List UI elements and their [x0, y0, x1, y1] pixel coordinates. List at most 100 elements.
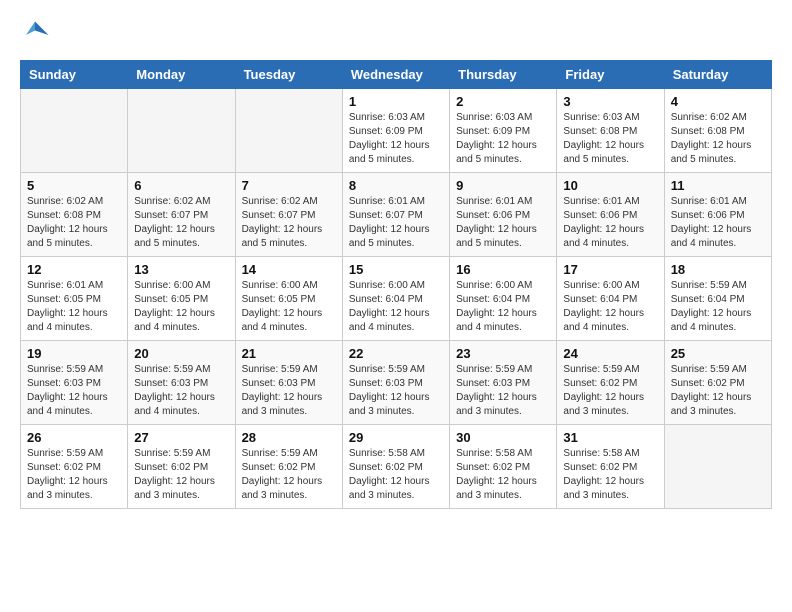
calendar-cell: 21 Sunrise: 5:59 AMSunset: 6:03 PMDayligh… [235, 341, 342, 425]
day-number: 12 [27, 262, 121, 277]
day-number: 13 [134, 262, 228, 277]
calendar-cell: 23 Sunrise: 5:59 AMSunset: 6:03 PMDayligh… [450, 341, 557, 425]
day-number: 18 [671, 262, 765, 277]
day-info: Sunrise: 6:01 AMSunset: 6:06 PMDaylight:… [456, 195, 550, 251]
calendar-week-2: 5Sunrise: 6:02 AMSunset: 6:08 PMDaylight… [21, 173, 772, 257]
weekday-header-friday: Friday [557, 61, 664, 89]
calendar-cell: 16 Sunrise: 6:00 AMSunset: 6:04 PMDayligh… [450, 257, 557, 341]
day-info: Sunrise: 5:59 AMSunset: 6:02 PMDaylight:… [242, 447, 336, 503]
day-info: Sunrise: 5:59 AMSunset: 6:02 PMDaylight:… [563, 363, 657, 419]
day-number: 15 [349, 262, 443, 277]
weekday-header-thursday: Thursday [450, 61, 557, 89]
calendar-cell: 24 Sunrise: 5:59 AMSunset: 6:02 PMDayligh… [557, 341, 664, 425]
day-number: 30 [456, 430, 550, 445]
calendar: SundayMondayTuesdayWednesdayThursdayFrid… [20, 60, 772, 509]
calendar-cell: 31Sunrise: 5:58 AMSunset: 6:02 PMDayligh… [557, 425, 664, 509]
calendar-cell: 25Sunrise: 5:59 AMSunset: 6:02 PMDayligh… [664, 341, 771, 425]
day-info: Sunrise: 5:59 AMSunset: 6:02 PMDaylight:… [671, 363, 765, 419]
calendar-cell [128, 89, 235, 173]
calendar-cell: 15 Sunrise: 6:00 AMSunset: 6:04 PMDayligh… [342, 257, 449, 341]
day-info: Sunrise: 6:01 AMSunset: 6:05 PMDaylight:… [27, 279, 121, 335]
weekday-header-saturday: Saturday [664, 61, 771, 89]
day-number: 7 [242, 178, 336, 193]
calendar-week-4: 19 Sunrise: 5:59 AMSunset: 6:03 PMDayligh… [21, 341, 772, 425]
calendar-cell: 1 Sunrise: 6:03 AMSunset: 6:09 PMDaylight… [342, 89, 449, 173]
weekday-header-row: SundayMondayTuesdayWednesdayThursdayFrid… [21, 61, 772, 89]
calendar-cell: 5Sunrise: 6:02 AMSunset: 6:08 PMDaylight… [21, 173, 128, 257]
day-info: Sunrise: 6:03 AMSunset: 6:09 PMDaylight:… [456, 111, 550, 167]
day-number: 10 [563, 178, 657, 193]
logo-icon [20, 20, 50, 50]
day-info: Sunrise: 6:00 AMSunset: 6:04 PMDaylight:… [456, 279, 550, 335]
calendar-cell: 2 Sunrise: 6:03 AMSunset: 6:09 PMDaylight… [450, 89, 557, 173]
day-number: 29 [349, 430, 443, 445]
day-number: 16 [456, 262, 550, 277]
calendar-cell: 12 Sunrise: 6:01 AMSunset: 6:05 PMDayligh… [21, 257, 128, 341]
day-info: Sunrise: 5:59 AMSunset: 6:02 PMDaylight:… [134, 447, 228, 503]
page: SundayMondayTuesdayWednesdayThursdayFrid… [0, 0, 792, 519]
day-info: Sunrise: 6:01 AMSunset: 6:06 PMDaylight:… [563, 195, 657, 251]
logo [20, 20, 54, 50]
day-number: 5 [27, 178, 121, 193]
day-info: Sunrise: 5:59 AMSunset: 6:03 PMDaylight:… [456, 363, 550, 419]
calendar-cell: 30 Sunrise: 5:58 AMSunset: 6:02 PMDayligh… [450, 425, 557, 509]
day-info: Sunrise: 6:02 AMSunset: 6:08 PMDaylight:… [671, 111, 765, 167]
day-number: 9 [456, 178, 550, 193]
calendar-cell: 17Sunrise: 6:00 AMSunset: 6:04 PMDayligh… [557, 257, 664, 341]
day-info: Sunrise: 6:00 AMSunset: 6:05 PMDaylight:… [242, 279, 336, 335]
day-number: 1 [349, 94, 443, 109]
day-number: 20 [134, 346, 228, 361]
day-number: 24 [563, 346, 657, 361]
calendar-cell: 20 Sunrise: 5:59 AMSunset: 6:03 PMDayligh… [128, 341, 235, 425]
day-info: Sunrise: 5:58 AMSunset: 6:02 PMDaylight:… [349, 447, 443, 503]
day-number: 31 [563, 430, 657, 445]
day-info: Sunrise: 5:59 AMSunset: 6:03 PMDaylight:… [27, 363, 121, 419]
day-info: Sunrise: 5:58 AMSunset: 6:02 PMDaylight:… [456, 447, 550, 503]
day-number: 26 [27, 430, 121, 445]
day-info: Sunrise: 6:01 AMSunset: 6:07 PMDaylight:… [349, 195, 443, 251]
day-info: Sunrise: 5:59 AMSunset: 6:03 PMDaylight:… [134, 363, 228, 419]
day-info: Sunrise: 6:01 AMSunset: 6:06 PMDaylight:… [671, 195, 765, 251]
weekday-header-tuesday: Tuesday [235, 61, 342, 89]
day-info: Sunrise: 6:00 AMSunset: 6:05 PMDaylight:… [134, 279, 228, 335]
calendar-cell: 18 Sunrise: 5:59 AMSunset: 6:04 PMDayligh… [664, 257, 771, 341]
calendar-cell: 19 Sunrise: 5:59 AMSunset: 6:03 PMDayligh… [21, 341, 128, 425]
calendar-cell: 26Sunrise: 5:59 AMSunset: 6:02 PMDayligh… [21, 425, 128, 509]
day-info: Sunrise: 6:00 AMSunset: 6:04 PMDaylight:… [349, 279, 443, 335]
calendar-cell [235, 89, 342, 173]
calendar-cell: 3 Sunrise: 6:03 AMSunset: 6:08 PMDaylight… [557, 89, 664, 173]
calendar-week-3: 12 Sunrise: 6:01 AMSunset: 6:05 PMDayligh… [21, 257, 772, 341]
day-number: 8 [349, 178, 443, 193]
calendar-cell: 22 Sunrise: 5:59 AMSunset: 6:03 PMDayligh… [342, 341, 449, 425]
weekday-header-wednesday: Wednesday [342, 61, 449, 89]
calendar-cell: 29 Sunrise: 5:58 AMSunset: 6:02 PMDayligh… [342, 425, 449, 509]
header [20, 20, 772, 50]
calendar-cell: 11Sunrise: 6:01 AMSunset: 6:06 PMDayligh… [664, 173, 771, 257]
calendar-cell: 7Sunrise: 6:02 AMSunset: 6:07 PMDaylight… [235, 173, 342, 257]
day-number: 14 [242, 262, 336, 277]
day-info: Sunrise: 5:59 AMSunset: 6:04 PMDaylight:… [671, 279, 765, 335]
day-number: 21 [242, 346, 336, 361]
calendar-cell: 8 Sunrise: 6:01 AMSunset: 6:07 PMDaylight… [342, 173, 449, 257]
calendar-cell: 10 Sunrise: 6:01 AMSunset: 6:06 PMDayligh… [557, 173, 664, 257]
day-info: Sunrise: 6:03 AMSunset: 6:09 PMDaylight:… [349, 111, 443, 167]
day-number: 19 [27, 346, 121, 361]
day-info: Sunrise: 6:00 AMSunset: 6:04 PMDaylight:… [563, 279, 657, 335]
calendar-cell: 9 Sunrise: 6:01 AMSunset: 6:06 PMDaylight… [450, 173, 557, 257]
day-number: 22 [349, 346, 443, 361]
day-info: Sunrise: 5:59 AMSunset: 6:03 PMDaylight:… [242, 363, 336, 419]
weekday-header-sunday: Sunday [21, 61, 128, 89]
weekday-header-monday: Monday [128, 61, 235, 89]
day-number: 6 [134, 178, 228, 193]
day-number: 27 [134, 430, 228, 445]
calendar-cell: 6 Sunrise: 6:02 AMSunset: 6:07 PMDaylight… [128, 173, 235, 257]
day-info: Sunrise: 5:59 AMSunset: 6:03 PMDaylight:… [349, 363, 443, 419]
day-info: Sunrise: 6:03 AMSunset: 6:08 PMDaylight:… [563, 111, 657, 167]
calendar-cell: 4Sunrise: 6:02 AMSunset: 6:08 PMDaylight… [664, 89, 771, 173]
calendar-cell: 13 Sunrise: 6:00 AMSunset: 6:05 PMDayligh… [128, 257, 235, 341]
day-number: 28 [242, 430, 336, 445]
day-number: 2 [456, 94, 550, 109]
day-info: Sunrise: 6:02 AMSunset: 6:07 PMDaylight:… [134, 195, 228, 251]
day-number: 3 [563, 94, 657, 109]
day-number: 23 [456, 346, 550, 361]
